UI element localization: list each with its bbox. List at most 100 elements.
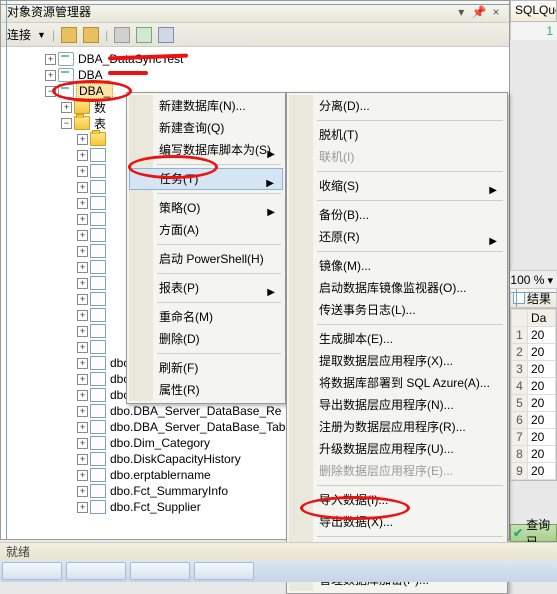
- menu-script-db[interactable]: 编写数据库脚本为(S)▶: [129, 139, 283, 161]
- grid-row-header[interactable]: 2: [512, 344, 528, 361]
- menu-launch-monitor[interactable]: 启动数据库镜像监视器(O)...: [289, 277, 505, 299]
- menu-backup[interactable]: 备份(B)...: [289, 204, 505, 226]
- expander-icon[interactable]: −: [45, 86, 56, 97]
- expander-icon[interactable]: +: [77, 214, 88, 225]
- menu-reports[interactable]: 报表(P)▶: [129, 277, 283, 299]
- expander-icon[interactable]: +: [77, 278, 88, 289]
- expander-icon[interactable]: +: [77, 262, 88, 273]
- grid-cell[interactable]: 20: [528, 446, 556, 463]
- toolbar-icon-1[interactable]: [61, 27, 77, 43]
- zoom-level[interactable]: 100 % ▾: [510, 270, 557, 288]
- expander-icon[interactable]: −: [61, 118, 72, 129]
- expander-icon[interactable]: +: [77, 310, 88, 321]
- grid-cell[interactable]: 20: [528, 412, 556, 429]
- toolbar-icon-4[interactable]: [136, 27, 152, 43]
- grid-row-header[interactable]: 3: [512, 361, 528, 378]
- expander-icon[interactable]: +: [77, 166, 88, 177]
- expander-icon[interactable]: +: [77, 150, 88, 161]
- taskbar-item[interactable]: [194, 562, 254, 580]
- expander-icon[interactable]: +: [77, 438, 88, 449]
- expander-icon[interactable]: +: [77, 326, 88, 337]
- tree-node[interactable]: 数: [92, 99, 108, 116]
- expander-icon[interactable]: +: [77, 342, 88, 353]
- grid-row-header[interactable]: 8: [512, 446, 528, 463]
- expander-icon[interactable]: +: [77, 374, 88, 385]
- menu-register-dac[interactable]: 注册为数据层应用程序(R)...: [289, 416, 505, 438]
- menu-new-query[interactable]: 新建查询(Q): [129, 117, 283, 139]
- taskbar-item[interactable]: [2, 562, 62, 580]
- sql-tab[interactable]: SQLQuery: [510, 0, 557, 22]
- menu-new-db[interactable]: 新建数据库(N)...: [129, 95, 283, 117]
- connect-button[interactable]: 连接: [7, 23, 31, 47]
- menu-tasks[interactable]: 任务(T)▶: [129, 168, 283, 190]
- menu-mirror[interactable]: 镜像(M)...: [289, 255, 505, 277]
- tree-node[interactable]: DBA_: [76, 68, 111, 82]
- expander-icon[interactable]: +: [77, 486, 88, 497]
- expander-icon[interactable]: +: [77, 454, 88, 465]
- expander-icon[interactable]: +: [77, 470, 88, 481]
- menu-properties[interactable]: 属性(R): [129, 379, 283, 401]
- tree-node[interactable]: dbo.Dim_Category: [108, 436, 212, 450]
- menu-detach[interactable]: 分离(D)...: [289, 95, 505, 117]
- menu-deploy-azure[interactable]: 将数据库部署到 SQL Azure(A)...: [289, 372, 505, 394]
- taskbar-item[interactable]: [66, 562, 126, 580]
- expander-icon[interactable]: +: [77, 390, 88, 401]
- menu-policies[interactable]: 策略(O)▶: [129, 197, 283, 219]
- menu-export-data[interactable]: 导出数据(X)...: [289, 511, 505, 533]
- expander-icon[interactable]: +: [77, 294, 88, 305]
- grid-cell[interactable]: 20: [528, 395, 556, 412]
- expander-icon[interactable]: +: [77, 422, 88, 433]
- menu-shrink[interactable]: 收缩(S)▶: [289, 175, 505, 197]
- taskbar-item[interactable]: [130, 562, 190, 580]
- menu-ship-log[interactable]: 传送事务日志(L)...: [289, 299, 505, 321]
- menu-upgrade-dac[interactable]: 升级数据层应用程序(U)...: [289, 438, 505, 460]
- dropdown-icon[interactable]: ▼: [37, 23, 46, 47]
- menu-gen-scripts[interactable]: 生成脚本(E)...: [289, 328, 505, 350]
- expander-icon[interactable]: +: [77, 406, 88, 417]
- menu-facets[interactable]: 方面(A): [129, 219, 283, 241]
- grid-col-header[interactable]: Da: [528, 310, 556, 327]
- expander-icon[interactable]: +: [77, 246, 88, 257]
- tree-node[interactable]: dbo.DiskCapacityHistory: [108, 452, 243, 466]
- toolbar-icon-2[interactable]: [83, 27, 99, 43]
- grid-row-header[interactable]: 5: [512, 395, 528, 412]
- menu-rename[interactable]: 重命名(M): [129, 306, 283, 328]
- grid-cell[interactable]: 20: [528, 378, 556, 395]
- grid-row-header[interactable]: 4: [512, 378, 528, 395]
- expander-icon[interactable]: +: [45, 70, 56, 81]
- menu-delete[interactable]: 删除(D): [129, 328, 283, 350]
- expander-icon[interactable]: +: [61, 102, 72, 113]
- tree-node[interactable]: 表: [92, 115, 108, 132]
- grid-cell[interactable]: 20: [528, 327, 556, 344]
- grid-cell[interactable]: 20: [528, 361, 556, 378]
- grid-row-header[interactable]: 1: [512, 327, 528, 344]
- menu-import-data[interactable]: 导入数据(I)...: [289, 489, 505, 511]
- expander-icon[interactable]: +: [77, 502, 88, 513]
- grid-cell[interactable]: 20: [528, 429, 556, 446]
- menu-powershell[interactable]: 启动 PowerShell(H): [129, 248, 283, 270]
- menu-extract-dac[interactable]: 提取数据层应用程序(X)...: [289, 350, 505, 372]
- tree-node[interactable]: dbo.Fct_SummaryInfo: [108, 484, 230, 498]
- expander-icon[interactable]: +: [77, 230, 88, 241]
- toolbar-icon-3[interactable]: [114, 27, 130, 43]
- grid-cell[interactable]: 20: [528, 344, 556, 361]
- results-grid[interactable]: Da 120220320420520620720820920: [510, 308, 557, 481]
- tree-node-selected[interactable]: DBA_: [76, 83, 113, 99]
- grid-row-header[interactable]: 6: [512, 412, 528, 429]
- tree-node[interactable]: dbo.DBA_Server_DataBase_Re: [108, 404, 283, 418]
- menu-refresh[interactable]: 刷新(F): [129, 357, 283, 379]
- grid-row-header[interactable]: 9: [512, 463, 528, 480]
- tree-node[interactable]: dbo.Fct_Supplier: [108, 500, 203, 514]
- grid-row-header[interactable]: 7: [512, 429, 528, 446]
- results-header[interactable]: 结果: [510, 288, 557, 308]
- tree-node[interactable]: dbo.DBA_Server_DataBase_Tab: [108, 420, 287, 434]
- menu-restore[interactable]: 还原(R)▶: [289, 226, 505, 248]
- tree-node[interactable]: DBA_DataSyncTest: [76, 52, 185, 66]
- toolbar-icon-5[interactable]: [158, 27, 174, 43]
- expander-icon[interactable]: +: [77, 134, 88, 145]
- menu-export-dac[interactable]: 导出数据层应用程序(N)...: [289, 394, 505, 416]
- menu-offline[interactable]: 脱机(T): [289, 124, 505, 146]
- grid-cell[interactable]: 20: [528, 463, 556, 480]
- expander-icon[interactable]: +: [77, 358, 88, 369]
- expander-icon[interactable]: +: [77, 182, 88, 193]
